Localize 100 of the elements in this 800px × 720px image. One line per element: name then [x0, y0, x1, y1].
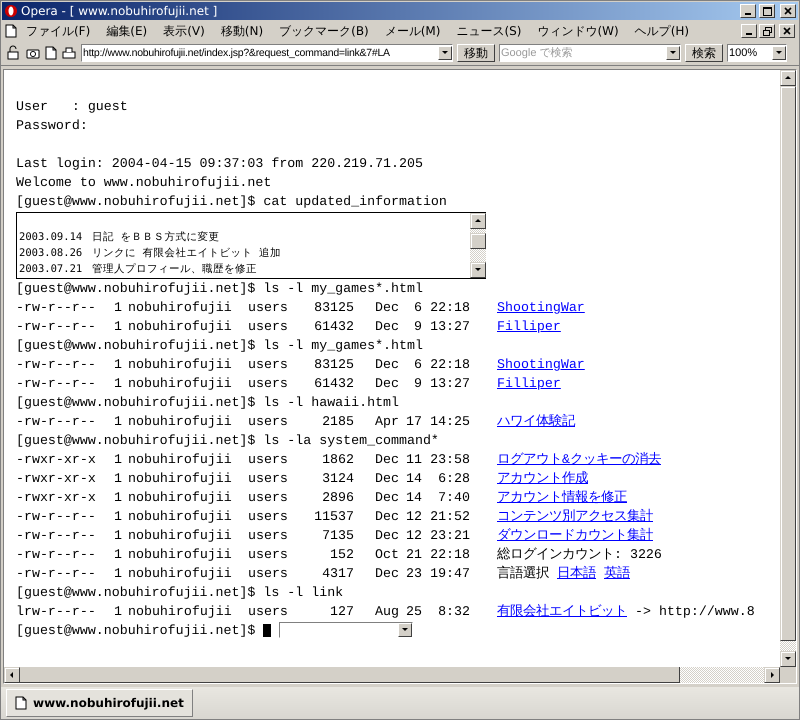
close-button[interactable] — [779, 24, 795, 38]
address-bar[interactable]: http://www.nobuhirofujii.net/index.jsp?&request_command=link&7#LA — [81, 44, 453, 62]
search-box[interactable]: Google で検索 — [499, 44, 681, 62]
scrollbar-corner — [780, 667, 796, 683]
day-text: 9 — [413, 318, 422, 336]
month-text: Apr — [374, 413, 400, 431]
group-text: users — [248, 318, 289, 336]
padlock-icon[interactable] — [5, 45, 21, 61]
scroll-right-icon — [768, 671, 776, 679]
scroll-up-icon — [784, 74, 792, 82]
month-text: Dec — [374, 375, 400, 393]
caret-down-icon — [669, 49, 677, 57]
file-link[interactable]: アカウント作成 — [497, 469, 588, 488]
file-link[interactable]: ShootingWar — [497, 298, 585, 317]
zoom-dropdown[interactable]: 100% — [727, 44, 787, 62]
owner-text: nobuhirofujii — [128, 489, 233, 507]
scroll-down-icon — [474, 266, 482, 274]
permissions-text: -rw-r--r-- — [16, 356, 97, 374]
vertical-scrollbar[interactable] — [780, 70, 796, 667]
month-text: Dec — [374, 489, 400, 507]
time-text: 21:52 — [429, 508, 470, 526]
address-field[interactable]: http://www.nobuhirofujii.net/index.jsp?&request_command=link&7#LA — [82, 47, 438, 59]
owner-text: nobuhirofujii — [128, 546, 233, 564]
search-button[interactable]: 検索 — [685, 44, 723, 62]
terminal-line: [guest@www.nobuhirofujii.net]$ ls -l link — [16, 585, 344, 600]
menu-item[interactable]: ファイル(F) — [19, 22, 98, 40]
file-size-text: 127 — [329, 603, 354, 621]
terminal-line: [guest@www.nobuhirofujii.net]$ ls -la system_command* — [16, 433, 439, 448]
go-button[interactable]: 移動 — [457, 44, 495, 62]
permissions-text: -rwxr-xr-x — [16, 451, 97, 469]
maximize-button[interactable] — [759, 4, 775, 18]
file-size-text: 11537 — [313, 508, 354, 526]
file-size-text: 1862 — [321, 451, 354, 469]
page-tab[interactable]: www.nobuhirofujii.net — [6, 689, 193, 717]
day-text: 17 — [405, 413, 422, 431]
minimize-button[interactable] — [741, 24, 757, 38]
permissions-text: -rwxr-xr-x — [16, 470, 97, 488]
menu-item[interactable]: ヘルプ(H) — [628, 22, 696, 40]
file-link[interactable]: ShootingWar — [497, 355, 585, 374]
group-text: users — [248, 565, 289, 583]
file-link[interactable]: Filliper — [497, 374, 561, 393]
file-size-text: 2896 — [321, 489, 354, 507]
command-select[interactable] — [279, 622, 414, 638]
scroll-down-icon — [784, 655, 792, 663]
text-area-scrollbar[interactable] — [470, 213, 486, 278]
permissions-text: -rw-r--r-- — [16, 413, 97, 431]
minimize-button[interactable] — [740, 4, 756, 18]
caret-down-icon — [775, 49, 783, 57]
permissions-text: lrw-r--r-- — [16, 603, 97, 621]
update-text: リンクに 有限会社エイトビット 追加 — [92, 246, 281, 261]
menu-item[interactable]: 移動(N) — [214, 22, 270, 40]
file-link[interactable]: ログアウト&クッキーの消去 — [497, 450, 661, 469]
group-text: users — [248, 546, 289, 564]
group-text: users — [248, 451, 289, 469]
time-text: 6:28 — [437, 470, 470, 488]
file-size-text: 2185 — [321, 413, 354, 431]
time-text: 22:18 — [429, 546, 470, 564]
link-count-text: 1 — [113, 375, 123, 393]
group-text: users — [248, 527, 289, 545]
file-link[interactable]: ダウンロードカウント集計 — [497, 526, 653, 545]
file-label-text: -> http://www.8 — [635, 603, 755, 621]
file-link[interactable]: アカウント情報を修正 — [497, 488, 627, 507]
permissions-text: -rwxr-xr-x — [16, 489, 97, 507]
owner-text: nobuhirofujii — [128, 603, 233, 621]
file-link[interactable]: 日本語 — [557, 564, 596, 583]
cursor-block — [263, 624, 272, 637]
file-link[interactable]: コンテンツ別アクセス集計 — [497, 507, 653, 526]
day-text: 12 — [405, 527, 422, 545]
menu-item[interactable]: ニュース(S) — [449, 22, 528, 40]
owner-text: nobuhirofujii — [128, 299, 233, 317]
menu-item[interactable]: 表示(V) — [156, 22, 212, 40]
link-count-text: 1 — [113, 356, 123, 374]
zoom-select[interactable]: 100% — [728, 47, 772, 59]
link-count-text: 1 — [113, 413, 123, 431]
month-text: Dec — [374, 299, 400, 317]
restore-icon — [762, 26, 772, 36]
group-text: users — [248, 489, 289, 507]
file-link[interactable]: Filliper — [497, 317, 561, 336]
file-link[interactable]: 英語 — [604, 564, 630, 583]
permissions-text: -rw-r--r-- — [16, 527, 97, 545]
month-text: Dec — [374, 508, 400, 526]
horizontal-scrollbar[interactable] — [4, 667, 780, 683]
menu-item[interactable]: 編集(E) — [99, 22, 154, 40]
link-count-text: 1 — [113, 318, 123, 336]
close-button[interactable] — [780, 4, 796, 18]
file-link[interactable]: 有限会社エイトビット — [497, 602, 627, 621]
link-count-text: 1 — [113, 470, 123, 488]
update-date-text: 2003.07.21 — [19, 262, 82, 277]
terminal-line: [guest@www.nobuhirofujii.net]$ cat updated_information — [16, 194, 447, 209]
search-field[interactable]: Google で検索 — [500, 47, 666, 59]
month-text: Dec — [374, 470, 400, 488]
file-size-text: 61432 — [313, 318, 354, 336]
group-text: users — [248, 470, 289, 488]
restore-button[interactable] — [759, 24, 775, 38]
printer-icon[interactable] — [61, 45, 77, 61]
menu-item[interactable]: ウィンドウ(W) — [530, 22, 626, 40]
menu-item[interactable]: ブックマーク(B) — [272, 22, 376, 40]
menu-item[interactable]: メール(M) — [378, 22, 448, 40]
window-title: Opera - [ www.nobuhirofujii.net ] — [21, 4, 218, 18]
file-link[interactable]: ハワイ体験記 — [497, 412, 575, 431]
